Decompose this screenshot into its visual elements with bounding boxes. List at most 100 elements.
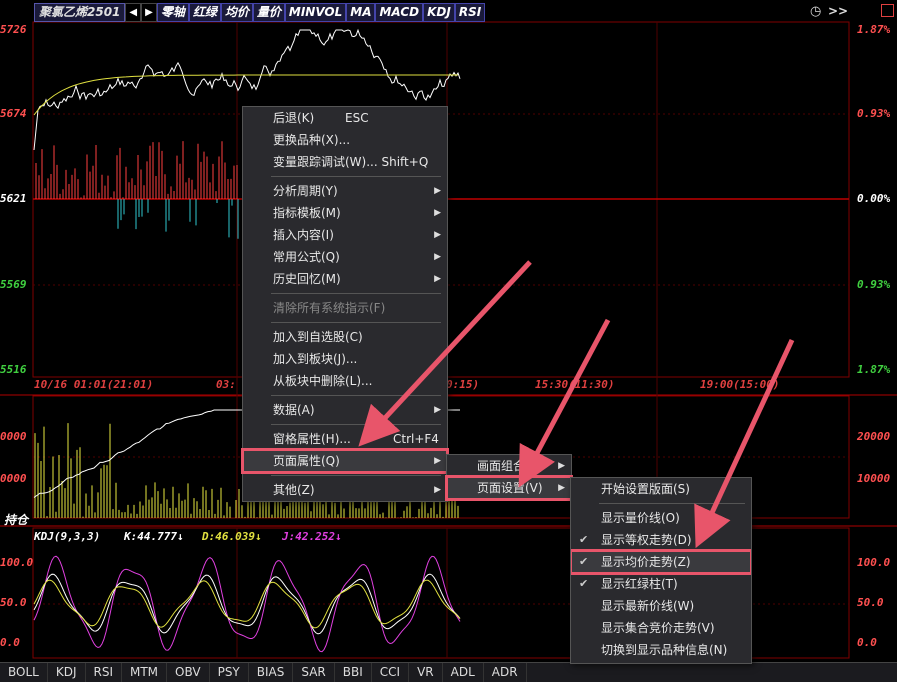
submenu-arrow-icon: ▶ xyxy=(434,485,441,495)
kdj-j-line xyxy=(33,555,461,653)
context_menu-item[interactable]: 窗格属性(H)... Ctrl+F4 xyxy=(243,428,447,450)
double-chevron-right-icon[interactable]: >> xyxy=(828,4,848,18)
tab-bbi[interactable]: BBI xyxy=(335,663,372,682)
tab-rsi[interactable]: RSI xyxy=(86,663,122,682)
prev-symbol-icon[interactable]: ◀ xyxy=(125,3,142,22)
submenu1-item[interactable]: 画面组合(G) ▶ xyxy=(447,455,571,477)
menu-item-label: 其他(Z) xyxy=(273,483,315,497)
submenu2-item[interactable]: 显示量价线(O) xyxy=(571,507,751,529)
context_menu-item[interactable]: 指标模板(M) ▶ xyxy=(243,202,447,224)
menu-item-label: 页面设置(V) xyxy=(477,481,543,495)
tab-boll[interactable]: BOLL xyxy=(0,663,48,682)
tab-bias[interactable]: BIAS xyxy=(249,663,294,682)
context_menu-item: 清除所有系统指示(F) xyxy=(243,297,447,319)
pct-label: 0.93% xyxy=(857,107,891,120)
tool-ma[interactable]: MA xyxy=(346,3,376,22)
context_menu-item[interactable]: 后退(K) ESC xyxy=(243,107,447,129)
price-label: 5726 xyxy=(0,23,27,36)
context_menu-item[interactable]: 页面属性(Q) ▶ xyxy=(241,448,449,474)
context_menu-item[interactable]: 变量跟踪调试(W)... Shift+Q xyxy=(243,151,447,173)
menu-item-label: 显示等权走势(D) xyxy=(601,533,692,547)
context_menu-item[interactable]: 其他(Z) ▶ xyxy=(243,479,447,501)
menu-item-label: 分析周期(Y) xyxy=(273,184,338,198)
tool-avg-price[interactable]: 均价 xyxy=(220,3,253,22)
indicator-tab-bar: BOLL KDJ RSI MTM OBV PSY BIAS SAR BBI CC… xyxy=(0,662,897,682)
menu-item-label: 显示均价走势(Z) xyxy=(601,555,691,569)
submenu2-item[interactable]: 切换到显示品种信息(N) xyxy=(571,639,751,661)
tab-sar[interactable]: SAR xyxy=(293,663,335,682)
tool-minvol[interactable]: MINVOL xyxy=(284,3,347,22)
kdj-title: KDJ(9,3,3) xyxy=(34,530,101,543)
check-icon: ✔ xyxy=(579,555,589,568)
kdj-d-value: D:46.039↓ xyxy=(202,530,262,543)
tool-kdj[interactable]: KDJ xyxy=(423,3,455,22)
tab-cci[interactable]: CCI xyxy=(372,663,410,682)
context_menu-item[interactable]: 常用公式(Q) ▶ xyxy=(243,246,447,268)
context_menu-item[interactable]: 历史回忆(M) ▶ xyxy=(243,268,447,290)
submenu-arrow-icon: ▶ xyxy=(558,483,565,493)
submenu1-item[interactable]: 页面设置(V) ▶ xyxy=(445,475,573,501)
chart-canvas[interactable] xyxy=(0,0,897,681)
symbol-label[interactable]: 聚氯乙烯2501 xyxy=(34,3,126,22)
menu-separator xyxy=(271,424,441,425)
tab-adl[interactable]: ADL xyxy=(443,663,484,682)
tool-red-green[interactable]: 红绿 xyxy=(188,3,221,22)
submenu2-item[interactable]: ✔ 显示等权走势(D) xyxy=(571,529,751,551)
pct-label: 0.93% xyxy=(857,278,891,291)
context_menu-item[interactable]: 从板块中删除(L)... xyxy=(243,370,447,392)
submenu2-item[interactable]: ✔ 显示红绿柱(T) xyxy=(571,573,751,595)
clock-icon[interactable]: ◷ xyxy=(810,4,821,19)
menu-item-label: 显示红绿柱(T) xyxy=(601,577,678,591)
next-symbol-icon[interactable]: ▶ xyxy=(141,3,157,22)
submenu-arrow-icon: ▶ xyxy=(434,230,441,240)
context_menu-item[interactable]: 数据(A) ▶ xyxy=(243,399,447,421)
tool-vol-price[interactable]: 量价 xyxy=(252,3,285,22)
volume-label: 10000 xyxy=(857,472,891,485)
menu-item-label: 显示最新价线(W) xyxy=(601,599,695,613)
indicator-toolbar: 聚氯乙烯2501 ◀ ▶ 零轴 红绿 均价 量价 MINVOL MA MACD … xyxy=(34,3,486,22)
context_menu-item[interactable]: 更换品种(X)... xyxy=(243,129,447,151)
menu-item-label: 指标模板(M) xyxy=(273,206,341,220)
maximize-icon[interactable] xyxy=(881,4,894,17)
kdj-axis-label: 100.0 xyxy=(0,556,34,569)
submenu-arrow-icon: ▶ xyxy=(434,456,441,466)
menu-separator xyxy=(271,395,441,396)
menu-item-label: 变量跟踪调试(W)... Shift+Q xyxy=(273,155,429,169)
tab-kdj[interactable]: KDJ xyxy=(48,663,86,682)
submenu2-item[interactable]: 显示集合竞价走势(V) xyxy=(571,617,751,639)
price-label: 5621 xyxy=(0,192,27,205)
kdj-j-value: J:42.252↓ xyxy=(282,530,342,543)
menu-item-label: 后退(K) xyxy=(273,111,315,125)
menu-item-label: 开始设置版面(S) xyxy=(601,482,690,496)
volume-label: 0000 xyxy=(0,430,27,443)
submenu2-item[interactable]: 开始设置版面(S) xyxy=(571,478,751,500)
tool-zero-axis[interactable]: 零轴 xyxy=(156,3,189,22)
tab-adr[interactable]: ADR xyxy=(484,663,527,682)
volume-label: 20000 xyxy=(857,430,891,443)
context_menu-item[interactable]: 插入内容(I) ▶ xyxy=(243,224,447,246)
check-icon: ✔ xyxy=(579,577,589,590)
submenu-arrow-icon: ▶ xyxy=(434,186,441,196)
time-label: 10/16 01:01(21:01) xyxy=(34,378,154,391)
context_menu-item[interactable]: 加入到板块(J)... xyxy=(243,348,447,370)
menu-item-label: 数据(A) xyxy=(273,403,315,417)
menu-item-label: 清除所有系统指示(F) xyxy=(273,301,386,315)
kdj-axis-label: 50.0 xyxy=(0,596,27,609)
kdj-axis-label: 50.0 xyxy=(857,596,884,609)
tool-rsi[interactable]: RSI xyxy=(454,3,486,22)
submenu2-item[interactable]: 显示最新价线(W) xyxy=(571,595,751,617)
tab-obv[interactable]: OBV xyxy=(167,663,210,682)
kdj-axis-label: 0.0 xyxy=(0,636,20,649)
menu-separator xyxy=(599,503,745,504)
context_menu-item[interactable]: 加入到自选股(C) xyxy=(243,326,447,348)
tab-psy[interactable]: PSY xyxy=(210,663,249,682)
shortcut-label: ESC xyxy=(345,111,369,125)
tool-macd[interactable]: MACD xyxy=(375,3,424,22)
context_menu-item[interactable]: 分析周期(Y) ▶ xyxy=(243,180,447,202)
tab-mtm[interactable]: MTM xyxy=(122,663,168,682)
tab-vr[interactable]: VR xyxy=(409,663,443,682)
time-label: 19:00(15:00) xyxy=(700,378,780,391)
page-settings-submenu: 开始设置版面(S) 显示量价线(O) ✔ 显示等权走势(D) ✔ 显示均价走势(Z) ✔ 显示… xyxy=(570,477,752,664)
menu-item-label: 插入内容(I) xyxy=(273,228,334,242)
submenu2-item[interactable]: ✔ 显示均价走势(Z) xyxy=(571,549,751,575)
